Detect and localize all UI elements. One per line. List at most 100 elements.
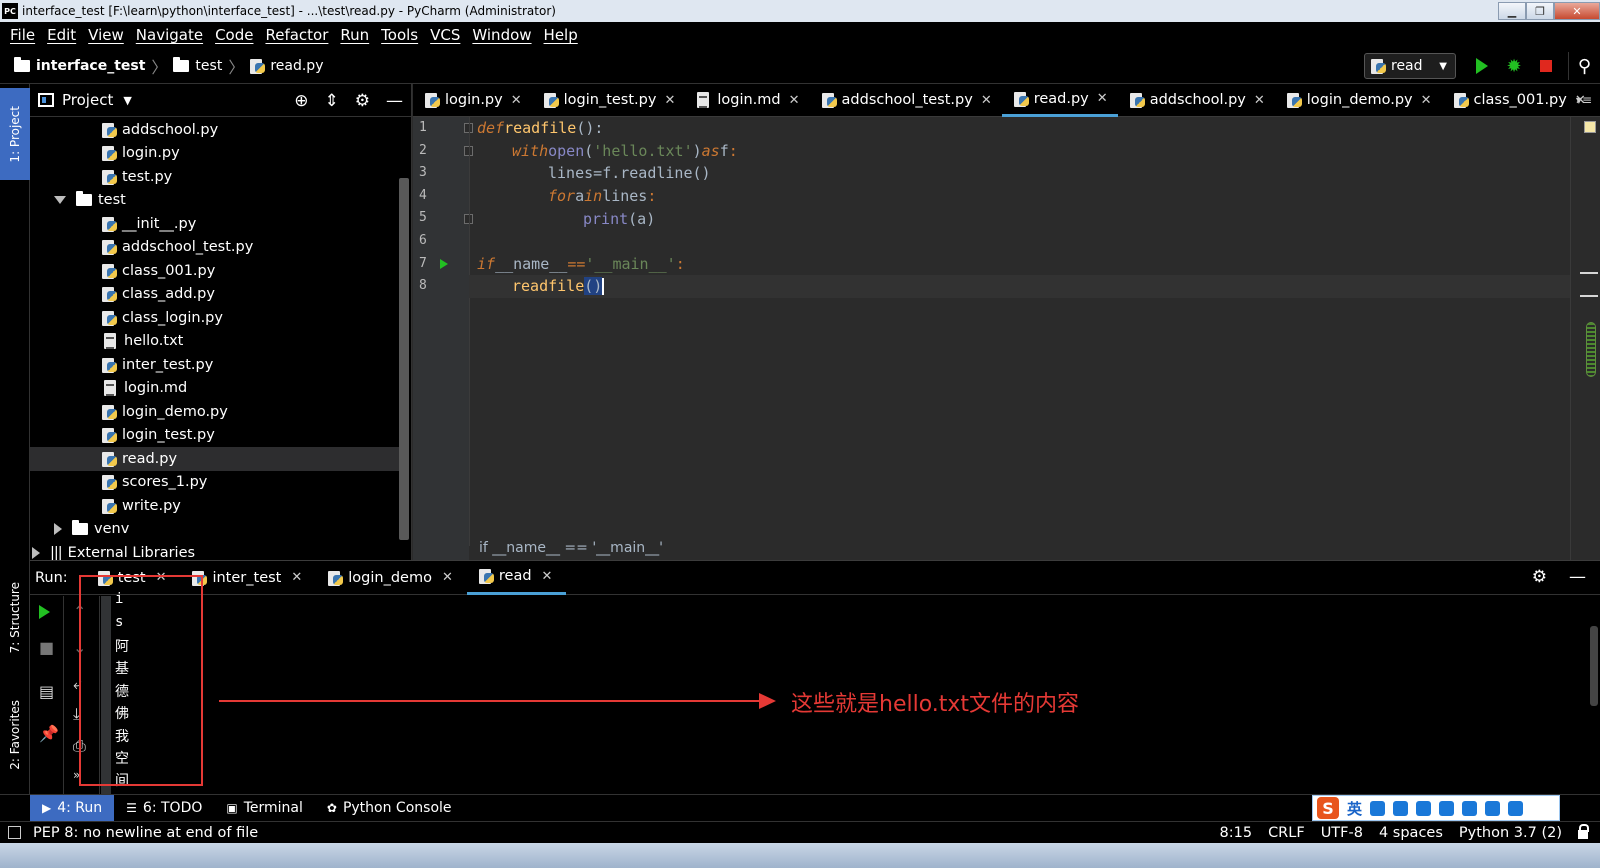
ime-toolbar[interactable]: S 英	[1312, 795, 1560, 821]
menu-file[interactable]: File	[8, 26, 37, 44]
breadcrumb-file[interactable]: read.py	[250, 58, 323, 74]
keyboard-icon[interactable]	[1439, 800, 1455, 816]
menu-navigate[interactable]: Navigate	[134, 26, 205, 44]
run-gutter-icon[interactable]	[440, 259, 448, 269]
tree-item[interactable]: scores_1.py	[102, 471, 207, 495]
breadcrumb-project[interactable]: interface_test	[14, 56, 145, 74]
file-encoding[interactable]: UTF-8	[1321, 825, 1363, 841]
close-tab-icon[interactable]: ✕	[442, 570, 453, 585]
skin-icon[interactable]	[1485, 800, 1501, 816]
console-scrollbar[interactable]	[1590, 626, 1598, 706]
tree-item[interactable]: inter_test.py	[102, 353, 213, 377]
tool-tab-structure[interactable]: 7: Structure	[0, 568, 30, 668]
editor-tab[interactable]: login.py ✕	[413, 84, 532, 117]
tree-item[interactable]: class_add.py	[102, 283, 215, 307]
editor-tab[interactable]: login_demo.py ✕	[1275, 84, 1442, 117]
inspection-status-icon[interactable]	[1584, 121, 1596, 133]
lock-icon[interactable]	[1578, 824, 1589, 839]
indent-setting[interactable]: 4 spaces	[1379, 825, 1443, 841]
menu-run[interactable]: Run	[338, 26, 371, 44]
cursor-position[interactable]: 8:15	[1220, 825, 1253, 841]
ime-language-toggle[interactable]: 英	[1347, 798, 1362, 819]
close-tab-icon[interactable]: ✕	[1254, 93, 1265, 108]
close-tab-icon[interactable]: ✕	[511, 93, 522, 108]
user-icon[interactable]	[1462, 800, 1478, 816]
hide-panel-icon[interactable]: —	[386, 91, 403, 111]
sogou-logo-icon[interactable]: S	[1317, 797, 1339, 819]
emoji-icon[interactable]	[1393, 800, 1409, 816]
maximize-button[interactable]: ❐	[1526, 2, 1554, 20]
editor-tab[interactable]: login.md ✕	[685, 84, 809, 117]
run-button[interactable]	[1466, 52, 1498, 80]
locate-icon[interactable]: ⊕	[294, 91, 308, 111]
run-tab-active[interactable]: read ✕	[466, 561, 567, 595]
punctuation-icon[interactable]	[1370, 800, 1386, 816]
error-stripe-marker[interactable]	[1580, 295, 1598, 297]
gear-icon[interactable]: ⚙	[355, 91, 370, 111]
tree-item[interactable]: class_001.py	[102, 259, 215, 283]
restore-layout-icon[interactable]: ▤	[39, 682, 54, 701]
microphone-icon[interactable]	[1416, 800, 1432, 816]
scroll-thumb[interactable]	[1586, 322, 1596, 377]
pin-tab-icon[interactable]: 📌	[39, 724, 59, 743]
editor-scrollbar[interactable]	[1570, 117, 1600, 560]
close-tab-icon[interactable]: ✕	[291, 570, 302, 585]
tree-item[interactable]: login.py	[102, 142, 180, 166]
menu-edit[interactable]: Edit	[45, 26, 78, 44]
tree-item-selected[interactable]: read.py	[30, 447, 399, 471]
editor-context-breadcrumb[interactable]: if __name__ == '__main__'	[479, 540, 663, 556]
stop-run-button[interactable]: ■	[39, 638, 54, 657]
close-tab-icon[interactable]: ✕	[664, 93, 675, 108]
toggle-tool-windows-icon[interactable]	[8, 826, 21, 839]
close-tab-icon[interactable]: ✕	[789, 93, 800, 108]
tree-item[interactable]: class_login.py	[102, 306, 223, 330]
menu-refactor[interactable]: Refactor	[263, 26, 330, 44]
expand-arrow-icon[interactable]	[54, 196, 66, 205]
tool-tab-todo[interactable]: ☰ 6: TODO	[114, 795, 214, 822]
menu-window[interactable]: Window	[470, 26, 533, 44]
line-separator[interactable]: CRLF	[1268, 825, 1305, 841]
run-tab[interactable]: login_demo ✕	[316, 561, 467, 595]
debug-button[interactable]: ✹	[1498, 52, 1530, 80]
collapse-all-icon[interactable]: ⇕	[325, 91, 339, 111]
editor-tab[interactable]: addschool_test.py ✕	[810, 84, 1002, 117]
expand-arrow-icon[interactable]	[54, 523, 62, 536]
project-scrollbar[interactable]	[399, 178, 409, 540]
tool-tab-terminal[interactable]: ▣ Terminal	[214, 795, 315, 822]
chevron-down-icon[interactable]: ▼	[123, 94, 131, 107]
breadcrumb-folder[interactable]: test	[173, 56, 222, 74]
tree-item[interactable]: write.py	[102, 494, 181, 518]
menu-code[interactable]: Code	[213, 26, 255, 44]
minimize-button[interactable]: ▁	[1498, 2, 1526, 20]
menu-view[interactable]: View	[86, 26, 126, 44]
close-tab-icon[interactable]: ✕	[542, 569, 553, 584]
toolbox-icon[interactable]	[1508, 800, 1524, 816]
tree-item[interactable]: login_test.py	[102, 424, 215, 448]
search-everywhere-button[interactable]: ⚲	[1568, 52, 1600, 80]
tree-item[interactable]: login_demo.py	[102, 400, 228, 424]
python-interpreter[interactable]: Python 3.7 (2)	[1459, 825, 1562, 841]
tree-folder[interactable]: venv	[54, 518, 129, 542]
editor-tab-active[interactable]: read.py ✕	[1001, 84, 1118, 117]
close-tab-icon[interactable]: ✕	[1097, 91, 1108, 106]
expand-arrow-icon[interactable]	[32, 546, 40, 559]
menu-vcs[interactable]: VCS	[428, 26, 462, 44]
tool-tab-python-console[interactable]: ✿ Python Console	[315, 795, 464, 822]
tree-item[interactable]: __init__.py	[102, 212, 196, 236]
editor-tab[interactable]: addschool.py ✕	[1118, 84, 1275, 117]
code-editor[interactable]: 1 2 3 4 5 6 7 8 def readfile (): with ope…	[413, 117, 1600, 560]
tree-item[interactable]: login.md	[104, 377, 187, 401]
run-configuration-select[interactable]: read ▼	[1364, 53, 1456, 79]
tabs-overflow-icon[interactable]: ▾≡	[1576, 93, 1592, 107]
menu-help[interactable]: Help	[542, 26, 580, 44]
menu-tools[interactable]: Tools	[379, 26, 420, 44]
close-window-button[interactable]: ✕	[1554, 2, 1600, 20]
editor-tab[interactable]: login_test.py ✕	[532, 84, 686, 117]
close-tab-icon[interactable]: ✕	[981, 93, 992, 108]
rerun-button[interactable]	[39, 604, 50, 623]
gear-icon[interactable]: ⚙	[1532, 567, 1547, 587]
tree-item[interactable]: test.py	[102, 165, 172, 189]
error-stripe-marker[interactable]	[1580, 272, 1598, 274]
tree-folder[interactable]: test	[54, 189, 126, 213]
hide-panel-icon[interactable]: —	[1569, 567, 1586, 587]
